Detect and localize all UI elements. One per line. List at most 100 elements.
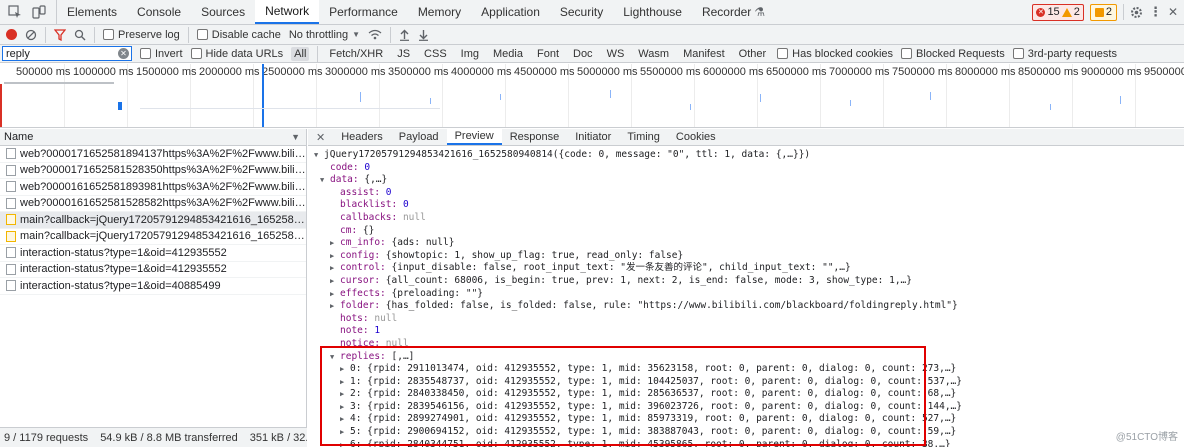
type-filter-media[interactable]: Media <box>490 47 526 61</box>
more-options-icon[interactable]: ⋮ <box>1149 4 1162 20</box>
tab-elements[interactable]: Elements <box>57 0 127 24</box>
tab-recorder[interactable]: Recorder ⚗ <box>692 0 775 24</box>
filter-icon[interactable] <box>54 28 66 41</box>
invert-checkbox[interactable] <box>140 48 151 59</box>
expand-triangle-icon[interactable]: ▶ <box>330 275 340 288</box>
request-row[interactable]: web?00001716525815283​50https%3A%2F%2Fww… <box>0 163 306 179</box>
tab-memory[interactable]: Memory <box>408 0 471 24</box>
tab-response[interactable]: Response <box>502 129 568 145</box>
clear-filter-icon[interactable]: ✕ <box>118 48 129 59</box>
disable-cache-checkbox[interactable] <box>196 29 208 40</box>
tab-console[interactable]: Console <box>127 0 191 24</box>
invert-toggle[interactable]: Invert <box>140 48 183 60</box>
request-list-header[interactable]: Name ▼ <box>0 129 306 146</box>
error-counter[interactable]: ✕ 15 2 <box>1032 3 1084 21</box>
type-filter-wasm[interactable]: Wasm <box>635 47 672 61</box>
tree-root-row[interactable]: ▼ jQuery17205791294853421616_165258094081… <box>308 149 1184 162</box>
tab-application[interactable]: Application <box>471 0 550 24</box>
preserve-log-toggle[interactable]: Preserve log <box>103 29 180 41</box>
hide-data-urls-toggle[interactable]: Hide data URLs <box>190 48 283 60</box>
third-party-toggle[interactable]: 3rd-party requests <box>1012 48 1117 60</box>
expand-triangle-icon[interactable]: ▶ <box>330 250 340 263</box>
timeline-activity <box>430 98 431 104</box>
tree-row[interactable]: ▼ data: {,…} <box>308 174 1184 187</box>
tree-row[interactable]: ▶ cursor: {all_count: 68006, is_begin: tr… <box>308 275 1184 288</box>
tab-timing[interactable]: Timing <box>619 129 668 145</box>
expand-triangle-icon[interactable]: ▶ <box>330 300 340 313</box>
timeline-overview[interactable]: 500000 ms 1000000 ms 1500000 ms 2000000 … <box>0 64 1184 128</box>
has-blocked-cookies-checkbox[interactable] <box>777 48 789 59</box>
tree-key: blacklist: <box>340 199 398 211</box>
expand-triangle-icon[interactable]: ▶ <box>330 288 340 301</box>
blocked-requests-toggle[interactable]: Blocked Requests <box>901 48 1005 60</box>
has-blocked-cookies-toggle[interactable]: Has blocked cookies <box>777 48 893 60</box>
tab-preview[interactable]: Preview <box>446 129 502 145</box>
tree-row[interactable]: ▶ folder: {has_folded: false, is_folded: … <box>308 300 1184 313</box>
blocked-requests-checkbox[interactable] <box>901 48 913 59</box>
third-party-checkbox[interactable] <box>1012 48 1024 59</box>
request-row[interactable]: web?00001616525815285​82https%3A%2F%2Fww… <box>0 196 306 212</box>
timeline-tick: 6500000 ms <box>766 66 827 78</box>
collapse-triangle-icon[interactable]: ▼ <box>320 174 330 187</box>
disable-cache-toggle[interactable]: Disable cache <box>196 29 281 41</box>
export-har-icon[interactable] <box>418 29 429 41</box>
detail-tab-bar: ✕ Headers Payload Preview Response Initi… <box>308 129 1184 146</box>
type-filter-js[interactable]: JS <box>394 47 413 61</box>
type-filter-other[interactable]: Other <box>736 47 770 61</box>
type-filter-fetch-xhr[interactable]: Fetch/XHR <box>326 47 386 61</box>
close-detail-icon[interactable]: ✕ <box>308 129 333 145</box>
type-filter-ws[interactable]: WS <box>604 47 628 61</box>
request-row[interactable]: interaction-status?type=1&oid=412935552 <box>0 245 306 262</box>
tab-security[interactable]: Security <box>550 0 613 24</box>
timeline-tick: 3500000 ms <box>388 66 449 78</box>
tree-row[interactable]: ▶ config: {showtopic: 1, show_up_flag: tr… <box>308 250 1184 263</box>
tree-row[interactable]: ▶ effects: {preloading: ""} <box>308 288 1184 301</box>
tab-recorder-label: Recorder <box>701 5 752 19</box>
expand-triangle-icon[interactable]: ▶ <box>330 262 340 275</box>
hide-data-urls-checkbox[interactable] <box>190 48 202 59</box>
search-icon[interactable] <box>74 29 86 41</box>
type-filter-manifest[interactable]: Manifest <box>680 47 728 61</box>
tab-headers[interactable]: Headers <box>333 129 391 145</box>
import-har-icon[interactable] <box>399 29 410 41</box>
clear-icon[interactable] <box>25 29 37 41</box>
divider <box>45 26 46 43</box>
wifi-icon[interactable] <box>368 29 382 40</box>
tab-network[interactable]: Network <box>255 0 320 24</box>
gear-icon[interactable] <box>1130 6 1143 19</box>
tab-payload[interactable]: Payload <box>391 129 447 145</box>
throttling-select[interactable]: No throttling ▼ <box>289 29 360 41</box>
expand-triangle-icon[interactable]: ▶ <box>330 237 340 250</box>
request-row[interactable]: web?00001716525818941​37https%3A%2F%2Fww… <box>0 146 306 163</box>
timeline-tick: 6000000 ms <box>703 66 764 78</box>
tree-value: null <box>402 211 426 223</box>
preserve-log-checkbox[interactable] <box>103 29 114 40</box>
request-row[interactable]: main?callback=jQuery17205791294853421616… <box>0 229 306 245</box>
record-button[interactable] <box>6 29 17 40</box>
request-list: Name ▼ web?00001716525818941​37https%3A%… <box>0 129 307 447</box>
close-devtools-icon[interactable]: ✕ <box>1168 5 1178 19</box>
request-row[interactable]: interaction-status?type=1&oid=412935552 <box>0 262 306 278</box>
tab-lighthouse[interactable]: Lighthouse <box>613 0 692 24</box>
tab-initiator[interactable]: Initiator <box>567 129 619 145</box>
tree-row[interactable]: ▶ control: {input_disable: false, root_in… <box>308 262 1184 275</box>
request-row[interactable]: interaction-status?type=1&oid=40885499 <box>0 278 306 295</box>
request-row[interactable]: web?00001616525818939​81https%3A%2F%2Fww… <box>0 179 306 196</box>
request-name: interaction-status?type=1&oid=412935552 <box>20 263 227 276</box>
filter-input[interactable]: reply ✕ <box>2 46 132 61</box>
tab-performance[interactable]: Performance <box>319 0 408 24</box>
request-row-selected[interactable]: main?callback=jQuery17205791294853421616… <box>0 212 306 229</box>
type-filter-doc[interactable]: Doc <box>570 47 596 61</box>
issues-counter[interactable]: 2 <box>1089 3 1117 21</box>
collapse-triangle-icon[interactable]: ▼ <box>314 149 324 162</box>
timeline-tick: 9000000 ms <box>1081 66 1142 78</box>
type-filter-font[interactable]: Font <box>534 47 562 61</box>
type-filter-img[interactable]: Img <box>458 47 482 61</box>
inspect-element-icon[interactable] <box>8 5 22 19</box>
tab-sources[interactable]: Sources <box>191 0 255 24</box>
tab-cookies[interactable]: Cookies <box>668 129 724 145</box>
type-filter-all[interactable]: All <box>291 46 310 61</box>
device-toolbar-icon[interactable] <box>32 5 46 19</box>
tree-row[interactable]: ▶ cm_info: {ads: null} <box>308 237 1184 250</box>
type-filter-css[interactable]: CSS <box>421 47 450 61</box>
